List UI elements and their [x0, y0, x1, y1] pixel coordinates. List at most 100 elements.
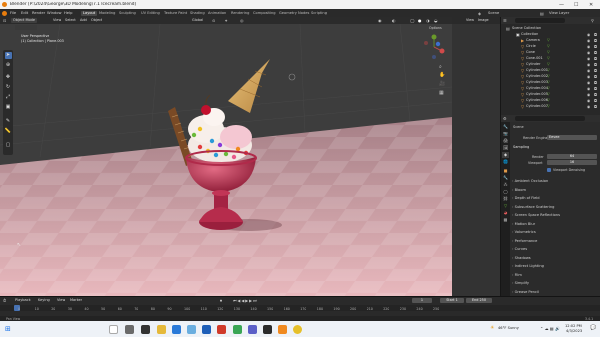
properties-panel-row[interactable]: › Ambient Occlusion: [512, 179, 598, 185]
annotate-tool-icon[interactable]: ✎: [5, 118, 12, 125]
properties-panel-row[interactable]: › Subsurface Scattering: [512, 205, 598, 211]
render-toggle-icon[interactable]: ◘: [594, 80, 597, 85]
select-box-tool-icon[interactable]: ➤: [4, 52, 12, 59]
eye-icon[interactable]: ◉: [587, 80, 590, 85]
tab-modifiers-icon[interactable]: 🔧: [502, 175, 509, 181]
menu-keying[interactable]: Keying: [38, 298, 50, 302]
eye-icon[interactable]: ◉: [587, 104, 590, 109]
eye-icon[interactable]: ◉: [587, 38, 590, 43]
tab-object-icon[interactable]: ■: [502, 168, 509, 174]
timeline-editor-icon[interactable]: ⏱: [3, 298, 6, 303]
word-icon[interactable]: [202, 324, 211, 334]
tab-texture-paint[interactable]: Texture Paint: [162, 11, 189, 16]
ortho-toggle-icon[interactable]: ▦: [439, 90, 444, 96]
menu-view[interactable]: View: [53, 18, 61, 22]
record-icon[interactable]: ⏺: [220, 298, 222, 303]
properties-panel-row[interactable]: › Grease Pencil: [512, 290, 598, 296]
move-tool-icon[interactable]: ✥: [5, 74, 12, 81]
properties-search-input[interactable]: [515, 116, 585, 121]
outliner-search-input[interactable]: [515, 18, 565, 23]
blender-menu-icon[interactable]: [2, 10, 7, 16]
eye-icon[interactable]: ◉: [587, 44, 590, 49]
tab-texture-icon[interactable]: ▩: [502, 217, 509, 223]
tab-layout[interactable]: Layout: [81, 10, 98, 16]
shading-wireframe-icon[interactable]: ◯: [410, 18, 414, 23]
render-engine-dropdown[interactable]: Eevee: [547, 135, 597, 140]
render-toggle-icon[interactable]: ◘: [594, 56, 597, 61]
filter-icon[interactable]: ⚲: [591, 18, 594, 23]
clock-time[interactable]: 12:02 PM: [565, 324, 582, 328]
tab-modeling[interactable]: Modeling: [97, 11, 117, 16]
tab-particles-icon[interactable]: ⁂: [502, 182, 509, 188]
overlay-icon[interactable]: ◐: [392, 18, 396, 23]
properties-panel-row[interactable]: › Shadows: [512, 256, 598, 262]
view-menu[interactable]: View: [466, 18, 474, 22]
tab-physics-icon[interactable]: ◯: [502, 189, 509, 195]
properties-panel-row[interactable]: › Motion Blur: [512, 222, 598, 228]
options-dropdown[interactable]: Options: [429, 26, 442, 30]
tab-uv-editing[interactable]: UV Editing: [139, 11, 162, 16]
current-frame-field[interactable]: 1: [412, 298, 432, 303]
sampling-panel-header[interactable]: Sampling: [513, 145, 529, 149]
menu-file[interactable]: File: [10, 11, 16, 15]
notifications-icon[interactable]: 💬: [590, 325, 596, 331]
search-taskbar-icon[interactable]: [125, 324, 134, 334]
menu-view-timeline[interactable]: View: [57, 298, 65, 302]
chrome-icon[interactable]: [233, 324, 242, 334]
menu-playback[interactable]: Playback: [15, 298, 31, 302]
chrome-taskbar-icon[interactable]: [293, 324, 302, 334]
eye-icon[interactable]: ◉: [587, 74, 590, 79]
properties-panel-row[interactable]: › Screen Space Reflections: [512, 213, 598, 219]
snap-icon[interactable]: ⌖: [225, 18, 227, 23]
outliner-editor-icon[interactable]: ☰: [503, 18, 507, 23]
maximize-button[interactable]: ☐: [574, 2, 578, 8]
tab-material-icon[interactable]: ◕: [502, 210, 509, 216]
render-toggle-icon[interactable]: ◘: [594, 92, 597, 97]
properties-panel-row[interactable]: › Depth of Field: [512, 196, 598, 202]
tab-compositing[interactable]: Compositing: [251, 11, 278, 16]
properties-panel-row[interactable]: › Indirect Lighting: [512, 264, 598, 270]
windows-start-icon[interactable]: ⊞: [5, 325, 11, 333]
eye-icon[interactable]: ◉: [587, 32, 590, 37]
eye-icon[interactable]: ◉: [587, 68, 590, 73]
render-toggle-icon[interactable]: ◘: [594, 98, 597, 103]
eye-icon[interactable]: ◉: [587, 56, 590, 61]
tab-render-icon[interactable]: 📷: [502, 131, 509, 137]
properties-panel-row[interactable]: › Volumetrics: [512, 230, 598, 236]
zoom-icon[interactable]: ⌕: [439, 64, 442, 70]
start-frame-field[interactable]: Start 1: [440, 298, 464, 303]
render-toggle-icon[interactable]: ◘: [594, 44, 597, 49]
eye-icon[interactable]: ◉: [587, 50, 590, 55]
view-layer-selector[interactable]: View Layer: [549, 11, 569, 15]
terminal-icon[interactable]: [263, 324, 272, 334]
add-cube-tool-icon[interactable]: ▢: [5, 142, 12, 149]
editor-type-icon[interactable]: ⊡: [3, 18, 6, 23]
viewport-denoising-checkbox[interactable]: [547, 168, 551, 172]
render-toggle-icon[interactable]: ◘: [594, 68, 597, 73]
teams-icon[interactable]: [248, 324, 257, 334]
file-explorer-icon[interactable]: [157, 324, 166, 334]
outliner-row[interactable]: ▽ Cylinder.007 ▽ ◉ ◘: [501, 103, 600, 109]
tab-animation[interactable]: Animation: [206, 11, 228, 16]
scene-selector[interactable]: Scene: [488, 11, 499, 15]
menu-select[interactable]: Select: [65, 18, 76, 22]
properties-panel-row[interactable]: › Curves: [512, 247, 598, 253]
viewport-samples-field[interactable]: 16: [547, 160, 597, 165]
tab-view-layer-icon[interactable]: 🖼: [502, 145, 509, 151]
menu-window[interactable]: Window: [47, 11, 62, 15]
menu-help[interactable]: Help: [64, 11, 72, 15]
image-menu[interactable]: Image: [478, 18, 489, 22]
scale-tool-icon[interactable]: ⤢: [5, 94, 12, 101]
properties-panel-row[interactable]: › Performance: [512, 239, 598, 245]
render-toggle-icon[interactable]: ◘: [594, 86, 597, 91]
eye-icon[interactable]: ◉: [587, 92, 590, 97]
eye-icon[interactable]: ◉: [587, 62, 590, 67]
menu-render[interactable]: Render: [32, 11, 45, 15]
start-button-icon[interactable]: [109, 324, 118, 334]
shading-material-icon[interactable]: ◑: [426, 18, 430, 23]
task-view-icon[interactable]: [141, 324, 150, 334]
rotate-tool-icon[interactable]: ↻: [5, 84, 12, 91]
eye-icon[interactable]: ◉: [587, 98, 590, 103]
pivot-icon[interactable]: ⊙: [212, 18, 215, 23]
tab-rendering[interactable]: Rendering: [229, 11, 251, 16]
